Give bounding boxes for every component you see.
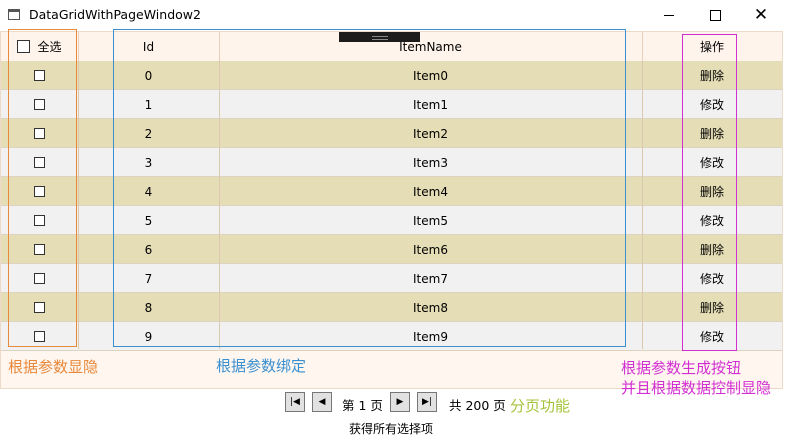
first-page-button[interactable]: |◀ [285,392,305,412]
next-page-button[interactable]: ▶ [390,392,410,412]
prev-page-button[interactable]: ◀ [312,392,332,412]
annotation-visibility: 根据参数显隐 [8,358,99,376]
close-icon: ✕ [753,4,769,25]
column-divider [642,61,643,349]
annotation-box-visibility [8,29,77,347]
maximize-button[interactable] [692,0,738,30]
maximize-icon [709,9,721,21]
minimize-button[interactable] [646,0,692,30]
first-page-icon: |◀ [290,397,300,407]
window-title: DataGridWithPageWindow2 [29,7,201,22]
annotation-buttons-line2: 并且根据数据控制显隐 [621,379,772,397]
column-divider [78,61,79,349]
close-button[interactable]: ✕ [738,0,784,30]
row-divider [1,350,782,351]
annotation-box-binding [113,29,626,347]
app-window-icon [8,9,20,20]
annotation-box-buttons [682,34,737,351]
minimize-icon [664,14,674,16]
last-page-button[interactable]: ▶| [417,392,437,412]
get-selected-button[interactable]: 获得所有选择项 [349,420,433,437]
current-page-text: 第 1 页 [342,398,383,413]
prev-page-icon: ◀ [318,397,326,407]
annotation-binding: 根据参数绑定 [216,357,307,375]
next-page-icon: ▶ [396,397,404,407]
total-pages-text: 共 200 页 [449,398,506,413]
annotation-paging: 分页功能 [510,397,571,415]
last-page-icon: ▶| [422,397,432,407]
title-bar: DataGridWithPageWindow2 ✕ [0,0,786,30]
annotation-buttons-line1: 根据参数生成按钮 [621,359,742,377]
